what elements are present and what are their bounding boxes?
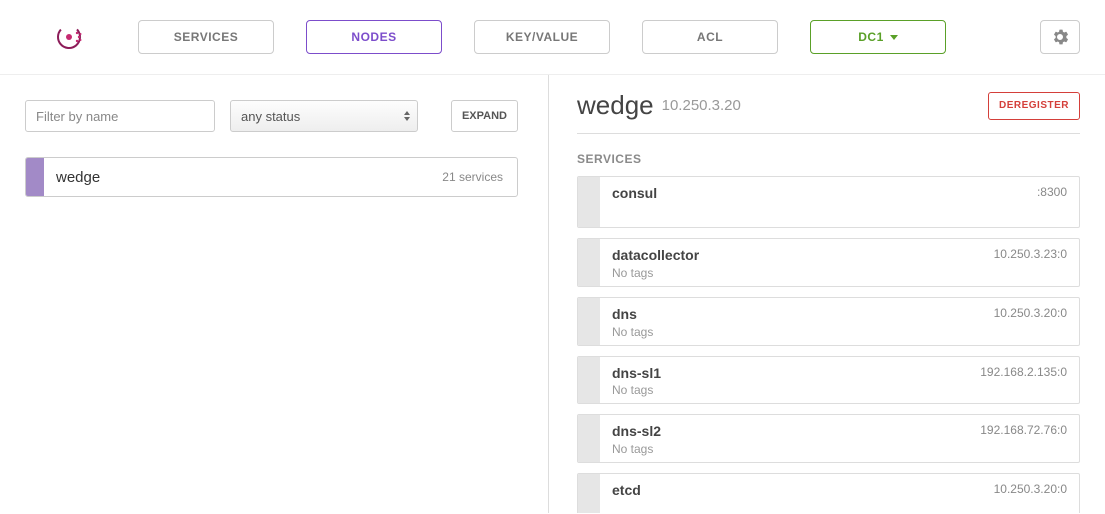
- service-body: etcd 10.250.3.20:0: [600, 474, 1079, 513]
- node-status-stripe: [26, 158, 44, 196]
- service-row[interactable]: datacollector No tags 10.250.3.23:0: [577, 238, 1080, 287]
- service-info: dns-sl1No tags: [612, 365, 661, 398]
- node-service-count: 21 services: [428, 170, 517, 184]
- service-name: etcd: [612, 482, 641, 499]
- service-tags: No tags: [612, 266, 699, 280]
- service-address: 10.250.3.20:0: [994, 482, 1067, 496]
- service-info: datacollector No tags: [612, 247, 699, 280]
- nodes-panel: any status EXPAND wedge 21 services: [0, 75, 548, 513]
- service-status-stripe: [578, 415, 600, 462]
- expand-button[interactable]: EXPAND: [451, 100, 518, 132]
- service-row[interactable]: dns-sl2 No tags 192.168.72.76:0: [577, 414, 1080, 463]
- service-tags: No tags: [612, 442, 661, 456]
- service-name: dns-sl1: [612, 365, 661, 382]
- service-body: consul :8300: [600, 177, 1079, 227]
- service-row[interactable]: dns-sl1No tags 192.168.2.135:0: [577, 356, 1080, 405]
- service-tags: No tags: [612, 325, 653, 339]
- service-row[interactable]: etcd 10.250.3.20:0: [577, 473, 1080, 513]
- service-address: 192.168.2.135:0: [980, 365, 1067, 379]
- filters-row: any status EXPAND: [25, 100, 518, 132]
- service-address: 10.250.3.20:0: [994, 306, 1067, 320]
- service-address: 10.250.3.23:0: [994, 247, 1067, 261]
- detail-node-ip: 10.250.3.20: [662, 97, 741, 114]
- nav-acl[interactable]: ACL: [642, 20, 778, 54]
- datacenter-dropdown[interactable]: DC1: [810, 20, 946, 54]
- service-status-stripe: [578, 298, 600, 345]
- service-status-stripe: [578, 357, 600, 404]
- nav-services[interactable]: SERVICES: [138, 20, 274, 54]
- service-status-stripe: [578, 474, 600, 513]
- services-section-label: SERVICES: [577, 152, 1080, 166]
- header-bar: SERVICES NODES KEY/VALUE ACL DC1: [0, 0, 1105, 75]
- main-content: any status EXPAND wedge 21 services wedg…: [0, 75, 1105, 513]
- service-row[interactable]: consul :8300: [577, 176, 1080, 228]
- status-filter[interactable]: any status: [230, 100, 418, 132]
- service-status-stripe: [578, 177, 600, 227]
- deregister-button[interactable]: DEREGISTER: [988, 92, 1080, 120]
- node-name: wedge: [44, 169, 112, 186]
- detail-node-name: wedge: [577, 90, 654, 121]
- nav-nodes[interactable]: NODES: [306, 20, 442, 54]
- settings-button[interactable]: [1040, 20, 1080, 54]
- service-body: dns No tags 10.250.3.20:0: [600, 298, 1079, 345]
- service-body: dns-sl2 No tags 192.168.72.76:0: [600, 415, 1079, 462]
- service-body: dns-sl1No tags 192.168.2.135:0: [600, 357, 1079, 404]
- service-address: :8300: [1037, 185, 1067, 199]
- service-name: datacollector: [612, 247, 699, 264]
- service-info: etcd: [612, 482, 641, 499]
- status-select[interactable]: any status: [230, 100, 418, 132]
- services-list: consul :8300 datacollector No tags 10.250.3.…: [577, 176, 1080, 513]
- service-name: dns: [612, 306, 653, 323]
- detail-header: wedge 10.250.3.20 DEREGISTER: [577, 90, 1080, 134]
- nav-keyvalue[interactable]: KEY/VALUE: [474, 20, 610, 54]
- service-tags: No tags: [612, 383, 661, 397]
- service-name: consul: [612, 185, 657, 202]
- service-info: consul: [612, 185, 657, 202]
- service-info: dns No tags: [612, 306, 653, 339]
- consul-logo: [55, 23, 83, 51]
- node-detail-panel: wedge 10.250.3.20 DEREGISTER SERVICES co…: [548, 75, 1105, 513]
- service-info: dns-sl2 No tags: [612, 423, 661, 456]
- service-address: 192.168.72.76:0: [980, 423, 1067, 437]
- nav-group: SERVICES NODES KEY/VALUE ACL DC1: [138, 20, 946, 54]
- service-row[interactable]: dns No tags 10.250.3.20:0: [577, 297, 1080, 346]
- service-status-stripe: [578, 239, 600, 286]
- chevron-down-icon: [890, 35, 898, 40]
- node-row-wedge[interactable]: wedge 21 services: [25, 157, 518, 197]
- datacenter-label: DC1: [858, 30, 884, 44]
- gear-icon: [1052, 29, 1068, 45]
- service-body: datacollector No tags 10.250.3.23:0: [600, 239, 1079, 286]
- filter-name-input[interactable]: [25, 100, 215, 132]
- service-name: dns-sl2: [612, 423, 661, 440]
